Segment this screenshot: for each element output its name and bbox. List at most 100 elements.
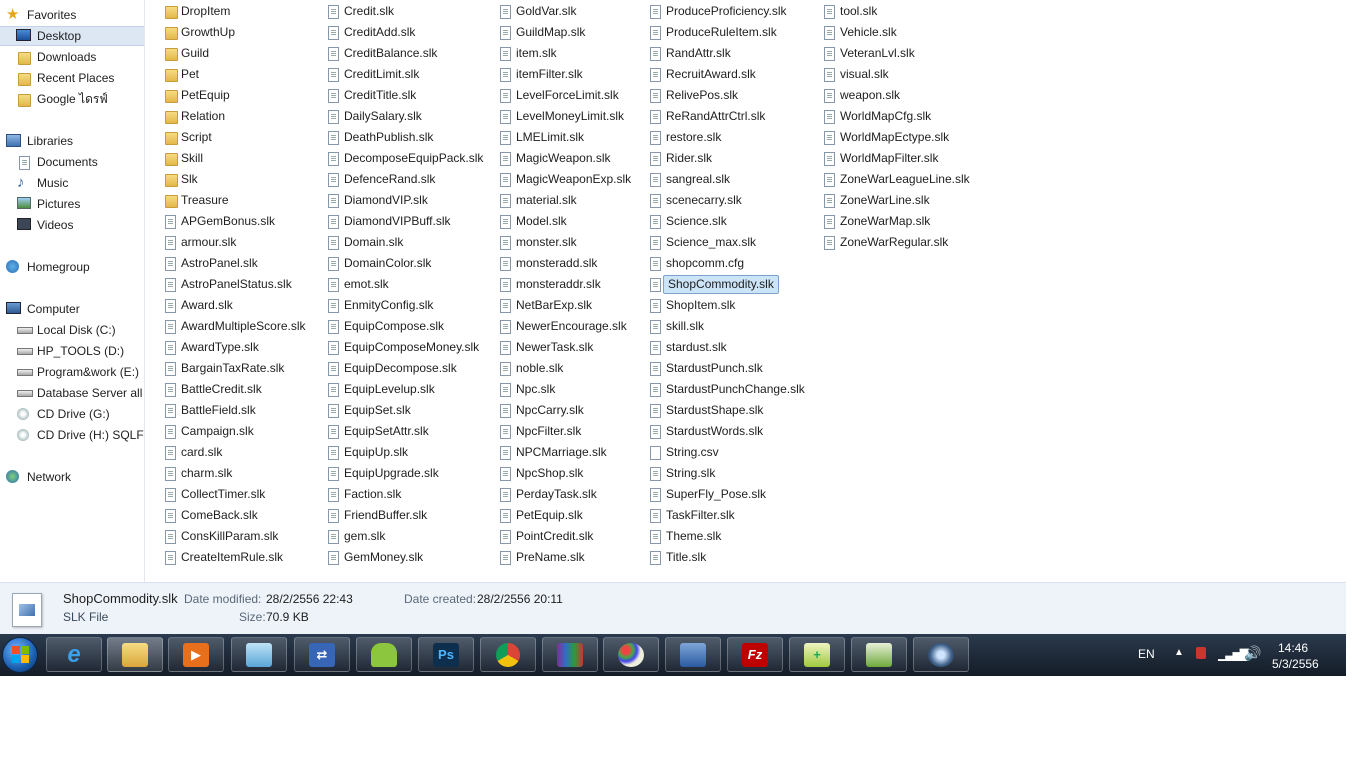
nav-downloads[interactable]: Downloads — [0, 47, 144, 67]
hard-drive-icon — [17, 348, 33, 355]
slk-file-icon — [650, 425, 661, 439]
slk-file-icon — [650, 89, 661, 103]
nav-videos[interactable]: Videos — [0, 215, 144, 235]
slk-file-icon — [328, 194, 339, 208]
file-name: armour.slk — [181, 235, 237, 249]
file-name: DiamondVIP.slk — [344, 193, 428, 207]
homegroup-icon — [6, 260, 19, 273]
slk-file-icon — [165, 467, 176, 481]
nav-desktop[interactable]: Desktop — [0, 26, 144, 46]
language-indicator[interactable]: EN — [1138, 647, 1155, 661]
volume-icon[interactable]: 🔊 — [1244, 645, 1261, 662]
file-name: AwardType.slk — [181, 340, 259, 354]
file-name: NewerTask.slk — [516, 340, 594, 354]
file-name: LMELimit.slk — [516, 130, 585, 144]
security-shield-icon[interactable] — [1196, 647, 1206, 659]
windows-logo-icon — [21, 646, 29, 654]
file-name: MagicWeaponExp.slk — [516, 172, 632, 186]
taskbar-photoshop[interactable]: Ps — [418, 637, 474, 672]
slk-file-icon — [328, 509, 339, 523]
nav-documents[interactable]: Documents — [0, 152, 144, 172]
nav-music[interactable]: ♪ Music — [0, 173, 144, 193]
slk-file-icon — [650, 530, 661, 544]
nav-hp-tools-d[interactable]: HP_TOOLS (D:) — [0, 341, 144, 361]
windows-logo-icon — [12, 646, 20, 654]
network-signal-icon[interactable]: ▁▃▅▇ — [1218, 647, 1249, 661]
file-name: BargainTaxRate.slk — [181, 361, 285, 375]
taskbar-notepad-plus[interactable]: + — [789, 637, 845, 672]
slk-file-icon — [650, 551, 661, 565]
nav-cd-drive-h[interactable]: CD Drive (H:) SQLFU — [0, 425, 144, 445]
slk-file-icon — [328, 215, 339, 229]
file-name: MagicWeapon.slk — [516, 151, 611, 165]
nav-homegroup[interactable]: Homegroup — [0, 257, 144, 277]
start-button[interactable] — [2, 637, 38, 673]
file-name: ConsKillParam.slk — [181, 529, 279, 543]
nav-google-drive[interactable]: Google ไดรฟ์ — [0, 89, 144, 109]
nav-network[interactable]: Network — [0, 467, 144, 487]
desktop-icon — [16, 29, 31, 41]
taskbar-calculator[interactable] — [851, 637, 907, 672]
taskbar-filezilla[interactable]: Fz — [727, 637, 783, 672]
file-name: Treasure — [181, 193, 229, 207]
taskbar: e ▶ ⇄ Ps Fz + EN ▲ ▁▃▅▇ 🔊 14:46 5/3/2556 — [0, 634, 1346, 676]
nav-libraries[interactable]: Libraries — [0, 131, 144, 151]
file-name: PreName.slk — [516, 550, 585, 564]
nav-label: Documents — [37, 155, 98, 169]
file-name: GoldVar.slk — [516, 4, 577, 18]
file-name: NpcCarry.slk — [516, 403, 584, 417]
file-name: Vehicle.slk — [840, 25, 897, 39]
nav-favorites[interactable]: ★ Favorites — [0, 5, 144, 25]
slk-file-icon — [328, 5, 339, 19]
slk-file-icon — [328, 320, 339, 334]
taskbar-internet-explorer[interactable]: e — [46, 637, 102, 672]
file-name: DomainColor.slk — [344, 256, 432, 270]
nav-local-disk-c[interactable]: Local Disk (C:) — [0, 320, 144, 340]
details-pane: ShopCommodity.slk SLK File Date modified… — [0, 582, 1346, 635]
taskbar-windows-explorer[interactable] — [107, 637, 163, 672]
file-name: Credit.slk — [344, 4, 395, 18]
nav-pictures[interactable]: Pictures — [0, 194, 144, 214]
taskbar-paint[interactable] — [603, 637, 659, 672]
show-hidden-icons-icon[interactable]: ▲ — [1174, 647, 1184, 658]
nav-cd-drive-g[interactable]: CD Drive (G:) — [0, 404, 144, 424]
taskbar-virtualbox[interactable] — [665, 637, 721, 672]
notepad-plus-icon: + — [804, 643, 830, 667]
file-name: CollectTimer.slk — [181, 487, 266, 501]
slk-file-icon — [328, 551, 339, 565]
taskbar-media-center[interactable] — [913, 637, 969, 672]
file-name: PetEquip — [181, 88, 230, 102]
details-modified-value: 28/2/2556 22:43 — [266, 592, 353, 606]
nav-label: Recent Places — [37, 71, 115, 85]
nav-program-work-e[interactable]: Program&work (E:) — [0, 362, 144, 382]
file-name: RecruitAward.slk — [666, 67, 756, 81]
photoshop-icon: Ps — [433, 643, 459, 667]
folder-icon — [165, 195, 178, 208]
taskbar-chrome[interactable] — [480, 637, 536, 672]
slk-file-icon — [165, 215, 176, 229]
clock-time[interactable]: 14:46 — [1278, 641, 1308, 655]
nav-recent-places[interactable]: Recent Places — [0, 68, 144, 88]
nav-database-server[interactable]: Database Server all p — [0, 383, 144, 403]
slk-file-icon — [500, 488, 511, 502]
taskbar-winrar[interactable] — [542, 637, 598, 672]
slk-file-icon — [165, 404, 176, 418]
taskbar-android[interactable] — [356, 637, 412, 672]
nav-computer[interactable]: Computer — [0, 299, 144, 319]
file-name: DailySalary.slk — [344, 109, 422, 123]
navigation-pane: ★ Favorites Desktop Downloads Recent Pla… — [0, 0, 145, 582]
slk-file-icon — [165, 383, 176, 397]
slk-file-icon — [824, 89, 835, 103]
taskbar-notepad[interactable] — [231, 637, 287, 672]
slk-file-icon — [650, 152, 661, 166]
file-name: GemMoney.slk — [344, 550, 424, 564]
clock-date[interactable]: 5/3/2556 — [1272, 657, 1319, 671]
slk-file-icon — [500, 173, 511, 187]
nav-label: Videos — [37, 218, 74, 232]
file-name: EnmityConfig.slk — [344, 298, 434, 312]
taskbar-media-player[interactable]: ▶ — [168, 637, 224, 672]
taskbar-network-tool[interactable]: ⇄ — [294, 637, 350, 672]
slk-file-icon — [650, 26, 661, 40]
file-name: monsteraddr.slk — [516, 277, 601, 291]
file-name: itemFilter.slk — [516, 67, 583, 81]
